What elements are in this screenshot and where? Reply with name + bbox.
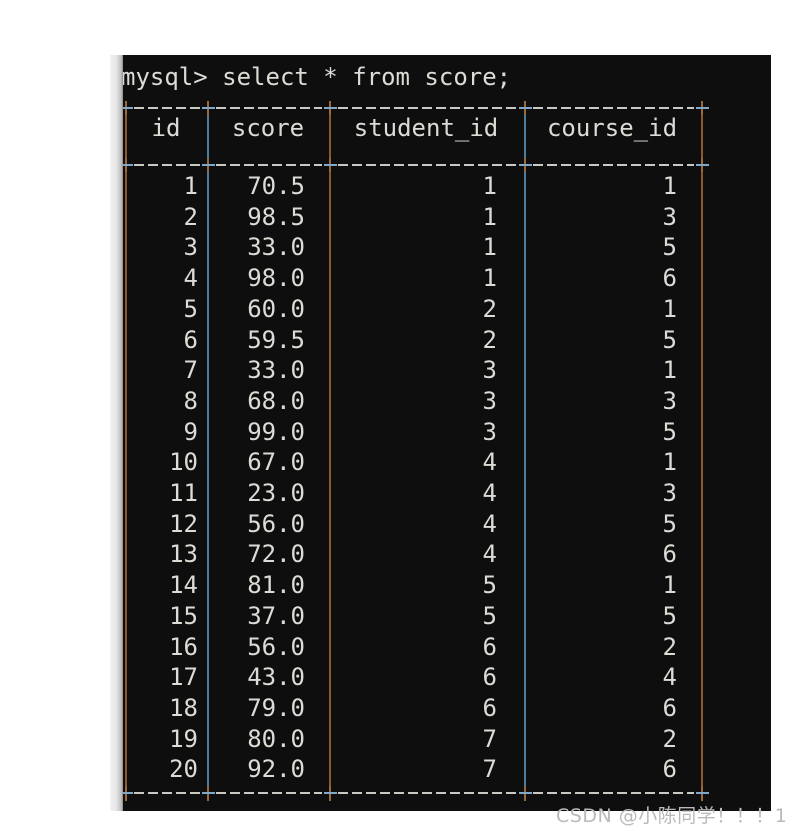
cell-course-id: 1 — [662, 448, 677, 477]
screenshot-root: mysql> select * from score; id score stu… — [0, 0, 805, 831]
cell-course-id: 5 — [662, 325, 677, 354]
cell-course-id: 3 — [662, 202, 677, 231]
cell-course-id: 2 — [662, 724, 677, 753]
cell-course-id: 2 — [662, 632, 677, 661]
column-separator-pipe — [207, 115, 209, 158]
cell-course-id: 3 — [662, 479, 677, 507]
cell-course-id: 4 — [662, 663, 677, 692]
column-separator-pipe — [701, 172, 703, 786]
cell-course-id: 1 — [662, 294, 677, 323]
column-separator-pipe — [701, 115, 703, 158]
cell-course-id: 3 — [662, 386, 677, 415]
cell-course-id: 6 — [662, 755, 677, 784]
cell-course-id: 6 — [662, 693, 677, 722]
mysql-terminal-window[interactable]: mysql> select * from score; id score stu… — [123, 55, 771, 811]
table-rule-bottom — [123, 784, 771, 802]
cell-course-id: 5 — [662, 233, 677, 262]
terminal-left-edge-shadow — [110, 55, 124, 811]
cell-course-id: 6 — [662, 540, 677, 569]
mysql-prompt-line: mysql> select * from score; — [123, 63, 512, 91]
csdn-watermark: CSDN @小陈同学！！！1 — [556, 805, 788, 827]
column-separator-pipe — [524, 115, 526, 158]
cell-course-id: 5 — [662, 509, 677, 538]
column-header-course-id: course_id — [546, 114, 678, 142]
cell-course-id: 1 — [662, 172, 677, 200]
cell-course-id: 6 — [662, 264, 677, 293]
cell-course-id: 5 — [662, 601, 677, 630]
column-separator-pipe — [329, 115, 331, 158]
cell-course-id: 1 — [662, 571, 677, 600]
cell-course-id: 5 — [662, 417, 677, 446]
cell-course-id: 1 — [662, 356, 677, 385]
column-separator-pipe — [125, 115, 127, 158]
